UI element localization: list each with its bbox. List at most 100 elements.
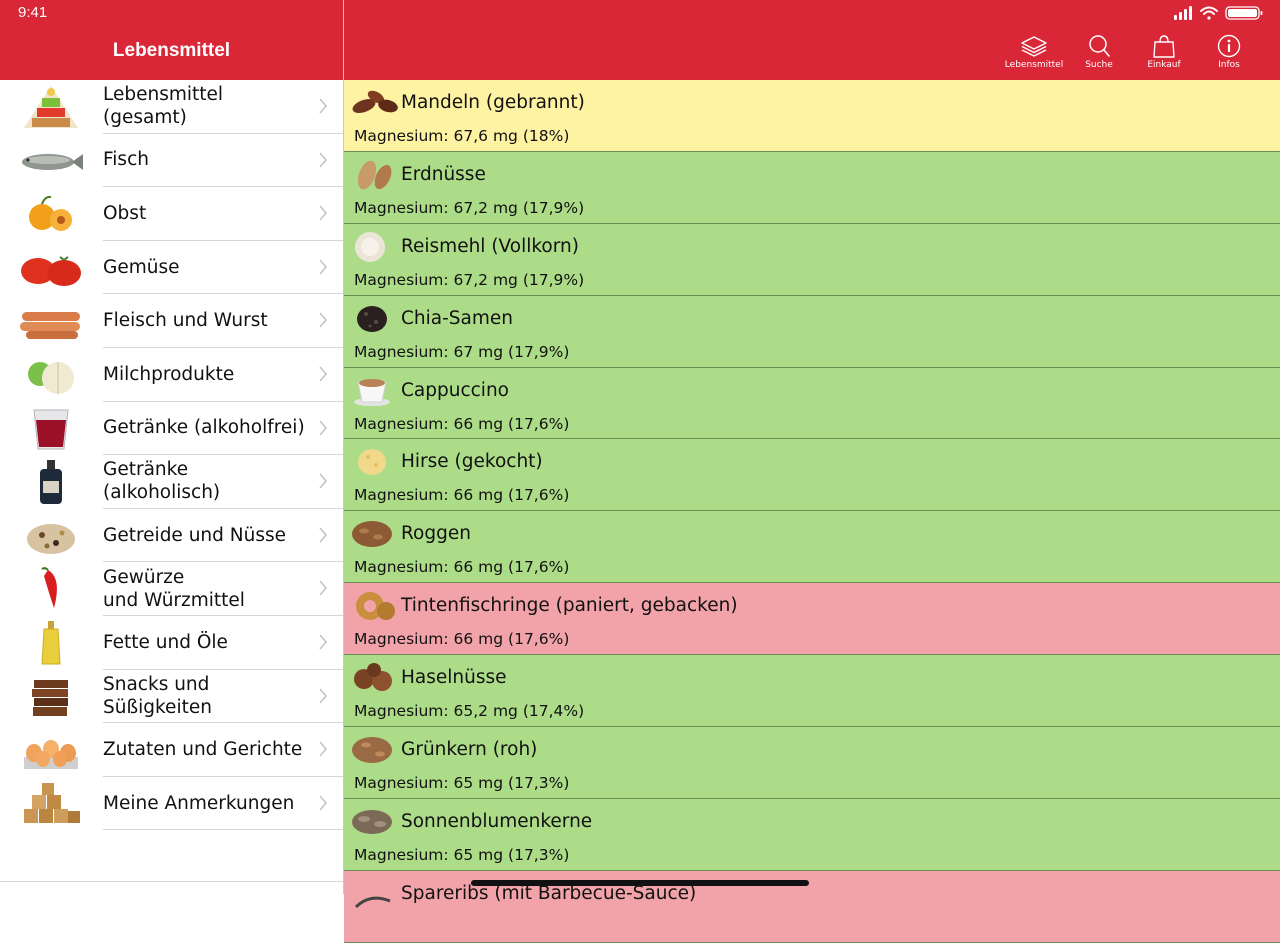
suche-label: Suche <box>1085 60 1113 70</box>
food-magnesium-value: Magnesium: 65 mg (17,3%) <box>354 774 570 793</box>
sidebar-item[interactable]: Snacks und Süßigkeiten <box>0 670 343 724</box>
food-name: Tintenfischringe (paniert, gebacken) <box>401 595 738 617</box>
sidebar-item[interactable]: Getränke (alkoholisch) <box>0 455 343 509</box>
chevron-right-icon <box>319 688 327 704</box>
food-magnesium-value: Magnesium: 67 mg (17,9%) <box>354 342 570 361</box>
food-name: Roggen <box>401 523 471 545</box>
chevron-right-icon <box>319 98 327 114</box>
rye-icon <box>350 517 400 551</box>
juice-glass-icon <box>18 406 84 452</box>
shopping-bag-icon <box>1153 35 1175 58</box>
food-pyramid-icon <box>18 84 84 130</box>
food-name: Chia-Samen <box>401 307 514 329</box>
chevron-right-icon <box>319 420 327 436</box>
sausage-icon <box>18 298 84 344</box>
chevron-right-icon <box>319 473 327 489</box>
chevron-right-icon <box>319 527 327 543</box>
fish-icon <box>18 138 84 184</box>
food-name: Erdnüsse <box>401 163 486 185</box>
infos-label: Infos <box>1218 60 1240 70</box>
food-magnesium-value: Magnesium: 66 mg (17,6%) <box>354 630 570 649</box>
sidebar-item[interactable]: Obst <box>0 187 343 241</box>
chevron-right-icon <box>319 634 327 650</box>
row-separator <box>103 829 343 831</box>
status-indicators <box>1174 5 1266 21</box>
food-name: Sonnenblumenkerne <box>401 810 593 832</box>
food-row[interactable]: Mandeln (gebrannt) Magnesium: 67,6 mg (18… <box>344 80 1280 152</box>
sidebar-item[interactable]: Getreide und Nüsse <box>0 509 343 563</box>
grains-icon <box>18 513 84 559</box>
sidebar-item[interactable]: Getränke (alkoholfrei) <box>0 402 343 456</box>
food-magnesium-value: Magnesium: 67,2 mg (17,9%) <box>354 270 585 289</box>
sidebar-item-label: Gemüse <box>103 256 180 278</box>
chevron-right-icon <box>319 580 327 596</box>
food-row[interactable]: Haselnüsse Magnesium: 65,2 mg (17,4%) <box>344 655 1280 728</box>
sidebar-item[interactable]: Gewürze und Würzmittel <box>0 562 343 616</box>
food-magnesium-value: Magnesium: 67,6 mg (18%) <box>354 127 570 145</box>
search-icon <box>1089 35 1110 57</box>
sidebar-header: 9:41 Lebensmittel <box>0 0 343 80</box>
food-row[interactable]: Roggen Magnesium: 66 mg (17,6%) <box>344 511 1280 584</box>
main-header: Lebensmittel Suche Einkauf Infos <box>344 0 1280 80</box>
oil-bottle-icon <box>18 620 84 666</box>
food-row[interactable]: Hirse (gekocht) Magnesium: 66 mg (17,6%) <box>344 439 1280 512</box>
sidebar-item[interactable]: Lebensmittel (gesamt) <box>0 80 343 134</box>
chevron-right-icon <box>319 741 327 757</box>
sidebar-item-label: Lebensmittel (gesamt) <box>103 84 224 129</box>
food-row[interactable]: Tintenfischringe (paniert, gebacken) Magn… <box>344 583 1280 656</box>
sidebar-item-label: Obst <box>103 202 147 224</box>
food-row[interactable]: Cappuccino Magnesium: 66 mg (17,6%) <box>344 367 1280 440</box>
sidebar-item-label: Meine Anmerkungen <box>103 792 295 814</box>
sidebar-item-label: Getreide und Nüsse <box>103 524 286 546</box>
wifi-icon <box>1200 6 1218 20</box>
food-row[interactable]: Chia-Samen Magnesium: 67 mg (17,9%) <box>344 295 1280 368</box>
chevron-right-icon <box>319 205 327 221</box>
peanut-icon <box>350 158 400 192</box>
sidebar-item-label: Fette und Öle <box>103 631 228 653</box>
lebensmittel-button[interactable]: Lebensmittel <box>999 34 1069 70</box>
einkauf-label: Einkauf <box>1147 60 1181 70</box>
sidebar-item[interactable]: Gemüse <box>0 241 343 295</box>
infos-button[interactable]: Infos <box>1194 34 1264 70</box>
bottle-icon <box>18 459 84 505</box>
sidebar-item-label: Getränke (alkoholisch) <box>103 459 221 504</box>
food-magnesium-value: Magnesium: 65,2 mg (17,4%) <box>354 702 585 721</box>
sidebar-item[interactable]: Meine Anmerkungen <box>0 777 343 831</box>
status-time: 9:41 <box>18 4 48 21</box>
sidebar-item[interactable]: Fleisch und Wurst <box>0 294 343 348</box>
food-row[interactable]: Reismehl (Vollkorn) Magnesium: 67,2 mg (1… <box>344 223 1280 296</box>
signal-icon <box>1174 6 1192 20</box>
einkauf-button[interactable]: Einkauf <box>1129 34 1199 70</box>
almond-icon <box>350 86 400 120</box>
category-list: Lebensmittel (gesamt) Fisch Obst Gemüse Flei… <box>0 80 343 831</box>
food-list: Mandeln (gebrannt) Magnesium: 67,6 mg (18… <box>344 80 1280 943</box>
info-icon <box>1217 34 1241 58</box>
sunflower-seeds-icon <box>350 805 400 839</box>
sidebar-item-label: Fisch <box>103 149 149 171</box>
flour-icon <box>350 230 400 264</box>
sidebar-title: Lebensmittel <box>112 40 231 61</box>
coffee-cup-icon <box>350 374 400 408</box>
cheese-icon <box>18 352 84 398</box>
food-magnesium-value: Magnesium: 66 mg (17,6%) <box>354 486 570 505</box>
sidebar-divider <box>0 881 343 882</box>
food-row[interactable]: Sonnenblumenkerne Magnesium: 65 mg (17,3%… <box>344 798 1280 871</box>
sidebar-item-label: Gewürze und Würzmittel <box>103 566 245 611</box>
chevron-right-icon <box>319 795 327 811</box>
sidebar-item-label: Getränke (alkoholfrei) <box>103 417 305 439</box>
chocolate-icon <box>18 674 84 720</box>
seeds-icon <box>350 302 400 336</box>
sidebar-item-label: Milchprodukte <box>103 363 235 385</box>
chevron-right-icon <box>319 312 327 328</box>
sidebar-item[interactable]: Zutaten und Gerichte <box>0 723 343 777</box>
suche-button[interactable]: Suche <box>1064 34 1134 70</box>
food-magnesium-value: Magnesium: 66 mg (17,6%) <box>354 558 570 577</box>
food-magnesium-value: Magnesium: 67,2 mg (17,9%) <box>354 198 585 217</box>
sidebar: 9:41 Lebensmittel Lebensmittel (gesamt) F… <box>0 0 344 894</box>
sidebar-item[interactable]: Milchprodukte <box>0 348 343 402</box>
sidebar-item[interactable]: Fette und Öle <box>0 616 343 670</box>
sidebar-item[interactable]: Fisch <box>0 134 343 188</box>
food-row[interactable]: Grünkern (roh) Magnesium: 65 mg (17,3%) <box>344 727 1280 799</box>
tomato-icon <box>18 245 84 291</box>
food-row[interactable]: Erdnüsse Magnesium: 67,2 mg (17,9%) <box>344 151 1280 224</box>
